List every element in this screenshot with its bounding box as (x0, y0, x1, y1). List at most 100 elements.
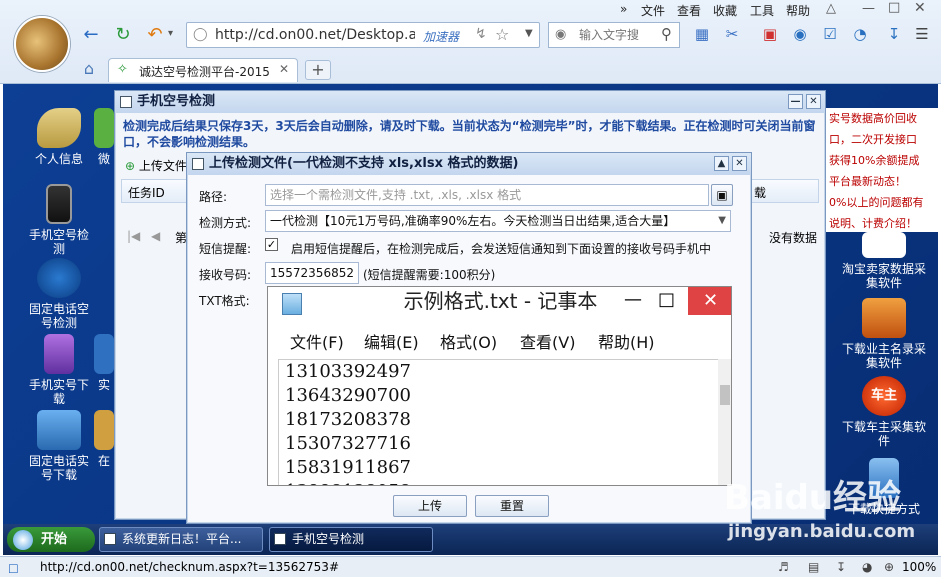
close-icon: ✕ (688, 287, 731, 315)
desktop-icon-car-download[interactable]: 车主 下载车主采集软件 (842, 376, 926, 448)
sample-number: 13998128058 (279, 480, 718, 485)
windows-logo-icon (13, 530, 33, 550)
user-avatar[interactable] (14, 16, 70, 72)
path-input[interactable]: 选择一个需检测文件,支持 .txt, .xls, .xlsx 格式 (265, 184, 709, 206)
hamburger-menu-icon[interactable]: ☰ (912, 24, 932, 44)
start-button[interactable]: 开始 (7, 527, 95, 552)
back-icon[interactable]: ← (80, 24, 102, 46)
minimize-icon: — (624, 289, 642, 310)
tab-close-icon[interactable]: ✕ (279, 62, 289, 76)
desktop-icon-real[interactable]: 实 (92, 334, 116, 392)
method-select[interactable]: 一代检测【10元1万号码,准确率90%左右。今天检测当日出结果,适合大量】 ▼ (265, 210, 731, 232)
desktop-icon-online[interactable]: 在 (92, 410, 116, 468)
desktop-icon-mobile-check[interactable]: 手机空号检测 (24, 184, 94, 256)
compat-icon[interactable]: ◕ (862, 557, 872, 577)
search-box[interactable]: ◉ ⚲ (548, 22, 680, 48)
collapse-button[interactable]: ▲ (714, 156, 729, 171)
home-icon[interactable]: ⌂ (78, 58, 100, 80)
search-tool-icon[interactable]: ◉ (790, 24, 810, 44)
desktop-icon-profile[interactable]: 个人信息 (24, 108, 94, 166)
desktop-icon-landline-download[interactable]: 固定电话实号下载 (24, 410, 94, 482)
window-title: 手机空号检测 (137, 94, 216, 109)
download-status-icon[interactable]: ↧ (836, 557, 846, 577)
minimize-button[interactable]: — (788, 94, 803, 109)
page-icon: ☐ (8, 562, 19, 576)
sample-number: 13643290700 (285, 385, 411, 406)
lightning-icon[interactable]: ↯ (475, 26, 487, 42)
refresh-icon[interactable]: ↻ (112, 24, 134, 46)
desktop-icon-label: 下载业主名录采集软件 (842, 342, 927, 370)
undo-icon[interactable]: ↶ (144, 24, 166, 46)
zoom-icon[interactable]: ⊕ (884, 557, 894, 577)
network-icon[interactable]: ▤ (808, 557, 819, 577)
close-icon[interactable]: ✕ (914, 0, 926, 16)
shirt-icon[interactable]: △ (826, 1, 836, 16)
download-icon[interactable]: ↧ (884, 24, 904, 44)
col-task-id[interactable]: 任务ID (128, 184, 165, 201)
np-menu-edit: 编辑(E) (364, 333, 419, 352)
speaker-icon[interactable]: ♬ (778, 557, 789, 577)
desktop-icon-taobao[interactable]: 淘宝卖家数据采集软件 (842, 232, 926, 290)
upload-button[interactable]: 上传 (393, 495, 467, 517)
search-input[interactable] (579, 26, 661, 44)
star-icon[interactable]: ☆ (495, 25, 509, 44)
method-label: 检测方式: (199, 216, 252, 230)
promo-link[interactable]: 实号数据高价回收 (823, 108, 938, 129)
dialog-titlebar[interactable]: 上传检测文件(一代检测不支持 xls,xlsx 格式的数据) ▲ ✕ (187, 153, 751, 175)
menu-view[interactable]: 查看 (677, 2, 701, 19)
phone-input[interactable]: 15572356852 (265, 262, 359, 284)
desktop-icon-wechat[interactable]: 微 (92, 108, 116, 166)
desktop-icon-mobile-download[interactable]: 手机实号下载 (24, 334, 94, 406)
undo-dropdown-icon[interactable]: ▾ (168, 28, 173, 39)
task-label: 手机空号检测 (292, 532, 365, 546)
menu-tools[interactable]: 工具 (750, 2, 774, 19)
desktop-icon-label: 下载车主采集软件 (842, 420, 927, 448)
sample-number: 15307327716 (285, 433, 411, 454)
close-button[interactable]: ✕ (806, 94, 821, 109)
search-icon[interactable]: ⚲ (661, 25, 672, 43)
taskbar-item-update-log[interactable]: 系统更新日志！平台... (99, 527, 263, 552)
browse-button[interactable]: ▣ (711, 184, 733, 206)
globe-icon[interactable]: ◔ (850, 24, 870, 44)
taskbar-item-mobile-check[interactable]: 手机空号检测 (269, 527, 433, 552)
sms-checkbox[interactable]: ✓ (265, 238, 278, 251)
accelerator-label[interactable]: 加速器 (423, 28, 459, 45)
desktop-icon-owner-download[interactable]: 下载业主名录采集软件 (842, 298, 926, 370)
app-icon[interactable]: ▣ (760, 24, 780, 44)
new-tab-button[interactable]: + (305, 60, 331, 80)
sms-label: 短信提醒: (199, 242, 252, 256)
address-text[interactable]: http://cd.on00.net/Desktop.as (215, 27, 415, 43)
promo-link[interactable]: 平台最新动态！ (823, 171, 938, 192)
promo-link[interactable]: 口，二次开发接口 (823, 129, 938, 150)
first-page-icon[interactable]: |◀ (127, 229, 140, 243)
close-button[interactable]: ✕ (732, 156, 747, 171)
col-download[interactable]: 载 (754, 184, 766, 201)
status-url: http://cd.on00.net/checknum.aspx?t=13562… (40, 560, 339, 574)
tab-active[interactable]: ✧ 诚达空号检测平台-2015 ✕ (108, 58, 298, 82)
address-bar[interactable]: ◯ http://cd.on00.net/Desktop.as 加速器 ↯ ☆ … (186, 22, 540, 48)
upload-file-button[interactable]: ⊕ 上传文件 (125, 157, 187, 174)
reset-button[interactable]: 重置 (475, 495, 549, 517)
menu-help[interactable]: 帮助 (786, 2, 810, 19)
upload-file-label: 上传文件 (138, 159, 187, 173)
bookmark-icon[interactable]: ▦ (692, 24, 712, 44)
security-icon[interactable]: ☑ (820, 24, 840, 44)
wechat-icon (94, 108, 114, 148)
telephone-icon (37, 258, 81, 298)
maximize-icon[interactable]: □ (888, 0, 900, 15)
promo-link[interactable]: 0%以上的问题都有 (823, 192, 938, 213)
scissors-icon[interactable]: ✂ (722, 24, 742, 44)
window-titlebar[interactable]: 手机空号检测 — ✕ (115, 91, 825, 113)
promo-link[interactable]: 获得10%余额提成 (823, 150, 938, 171)
zoom-level[interactable]: 100% (902, 557, 936, 577)
start-label: 开始 (41, 532, 68, 547)
menu-more[interactable]: » (620, 2, 627, 16)
minimize-icon[interactable]: — (862, 1, 875, 16)
menu-favorites[interactable]: 收藏 (713, 2, 737, 19)
watermark-brand: Baidu经验 (724, 478, 902, 518)
promo-link[interactable]: 说明、计费介绍！ (823, 213, 938, 234)
prev-page-icon[interactable]: ◀ (151, 229, 160, 243)
menu-file[interactable]: 文件 (641, 2, 665, 19)
desktop-icon-landline-check[interactable]: 固定电话空号检测 (24, 258, 94, 330)
chevron-down-icon[interactable]: ▼ (525, 28, 533, 39)
